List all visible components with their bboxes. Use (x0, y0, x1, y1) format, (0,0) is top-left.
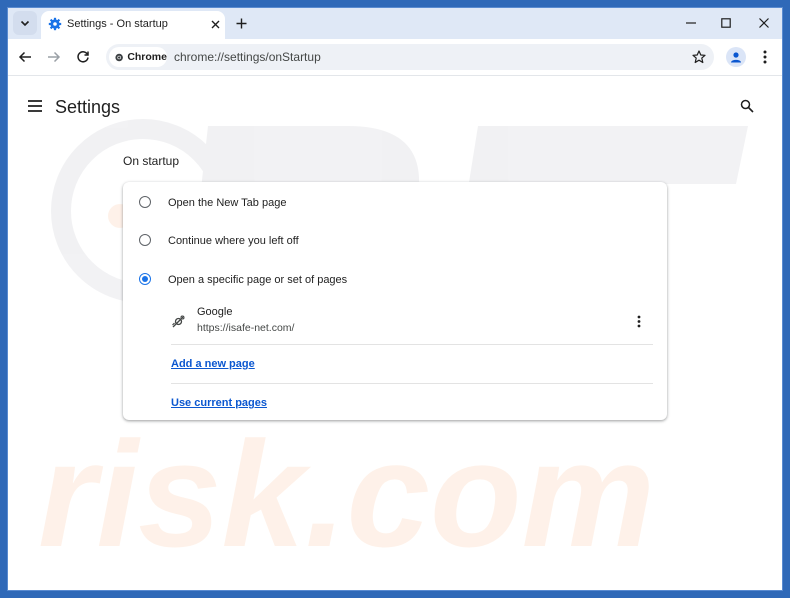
address-bar[interactable]: Chrome chrome://settings/onStartup (106, 44, 714, 70)
site-info-chip[interactable]: Chrome (109, 47, 167, 67)
section-title: On startup (123, 154, 180, 168)
chrome-logo-icon (115, 53, 123, 61)
option-label: Continue where you left off (168, 235, 299, 247)
url-text: chrome://settings/onStartup (174, 50, 321, 64)
new-tab-button[interactable] (234, 16, 248, 30)
maximize-button[interactable] (718, 15, 734, 31)
arrow-left-icon (18, 51, 31, 63)
menu-button[interactable] (756, 48, 774, 66)
profile-button[interactable] (726, 47, 746, 67)
option-label: Open a specific page or set of pages (168, 274, 348, 286)
use-current-pages-link[interactable]: Use current pages (171, 397, 267, 409)
radio-button[interactable] (139, 234, 151, 246)
minimize-button[interactable] (683, 15, 699, 31)
back-button[interactable] (16, 48, 34, 66)
startup-page-menu-button[interactable] (633, 313, 645, 329)
tab-title: Settings - On startup (67, 18, 168, 30)
search-settings-button[interactable] (739, 98, 755, 114)
divider (171, 383, 653, 384)
add-new-page-link[interactable]: Add a new page (171, 358, 255, 370)
toolbar: Chrome chrome://settings/onStartup (8, 39, 782, 76)
option-specific-pages[interactable]: Open a specific page or set of pages (123, 262, 667, 298)
divider (171, 344, 653, 345)
tab-strip: Settings - On startup (8, 8, 782, 39)
settings-page: risk.com Settings On startup Open the Ne… (8, 76, 782, 590)
startup-page-url: https://isafe-net.com/ (197, 322, 295, 334)
startup-page-entry: Google https://isafe-net.com/ (171, 303, 653, 343)
minimize-icon (686, 22, 696, 24)
maximize-icon (721, 18, 731, 28)
option-label: Open the New Tab page (168, 197, 287, 209)
tab-settings[interactable]: Settings - On startup (41, 11, 225, 39)
chevron-down-icon (20, 20, 30, 27)
search-icon (740, 99, 754, 113)
gear-icon (48, 17, 62, 31)
close-icon (759, 18, 769, 28)
more-vert-icon (637, 315, 641, 327)
page-title: Settings (55, 97, 121, 117)
radio-button[interactable] (139, 196, 151, 208)
startup-page-name: Google (197, 306, 233, 318)
hamburger-icon (28, 100, 42, 112)
close-window-button[interactable] (756, 15, 772, 31)
option-new-tab[interactable]: Open the New Tab page (123, 185, 667, 221)
close-icon (211, 20, 219, 28)
chip-label: Chrome (127, 51, 167, 63)
option-continue[interactable]: Continue where you left off (123, 223, 667, 259)
browser-window: Settings - On startup Chrome chrome://se… (8, 8, 782, 590)
arrow-right-icon (48, 51, 61, 63)
bookmark-button[interactable] (690, 48, 708, 66)
site-favicon (171, 314, 185, 328)
tab-search-button[interactable] (13, 11, 37, 35)
unplugged-icon (171, 314, 185, 327)
star-icon (692, 50, 706, 64)
radio-button-checked[interactable] (139, 273, 151, 285)
reload-icon (77, 51, 89, 63)
person-icon (731, 52, 741, 63)
svg-text:risk.com: risk.com (38, 410, 655, 578)
main-menu-button[interactable] (27, 99, 43, 113)
reload-button[interactable] (74, 48, 92, 66)
forward-button[interactable] (45, 48, 63, 66)
startup-options-card: Open the New Tab page Continue where you… (123, 182, 667, 420)
plus-icon (236, 18, 246, 28)
more-vert-icon (763, 50, 767, 64)
tab-close-button[interactable] (208, 17, 222, 31)
